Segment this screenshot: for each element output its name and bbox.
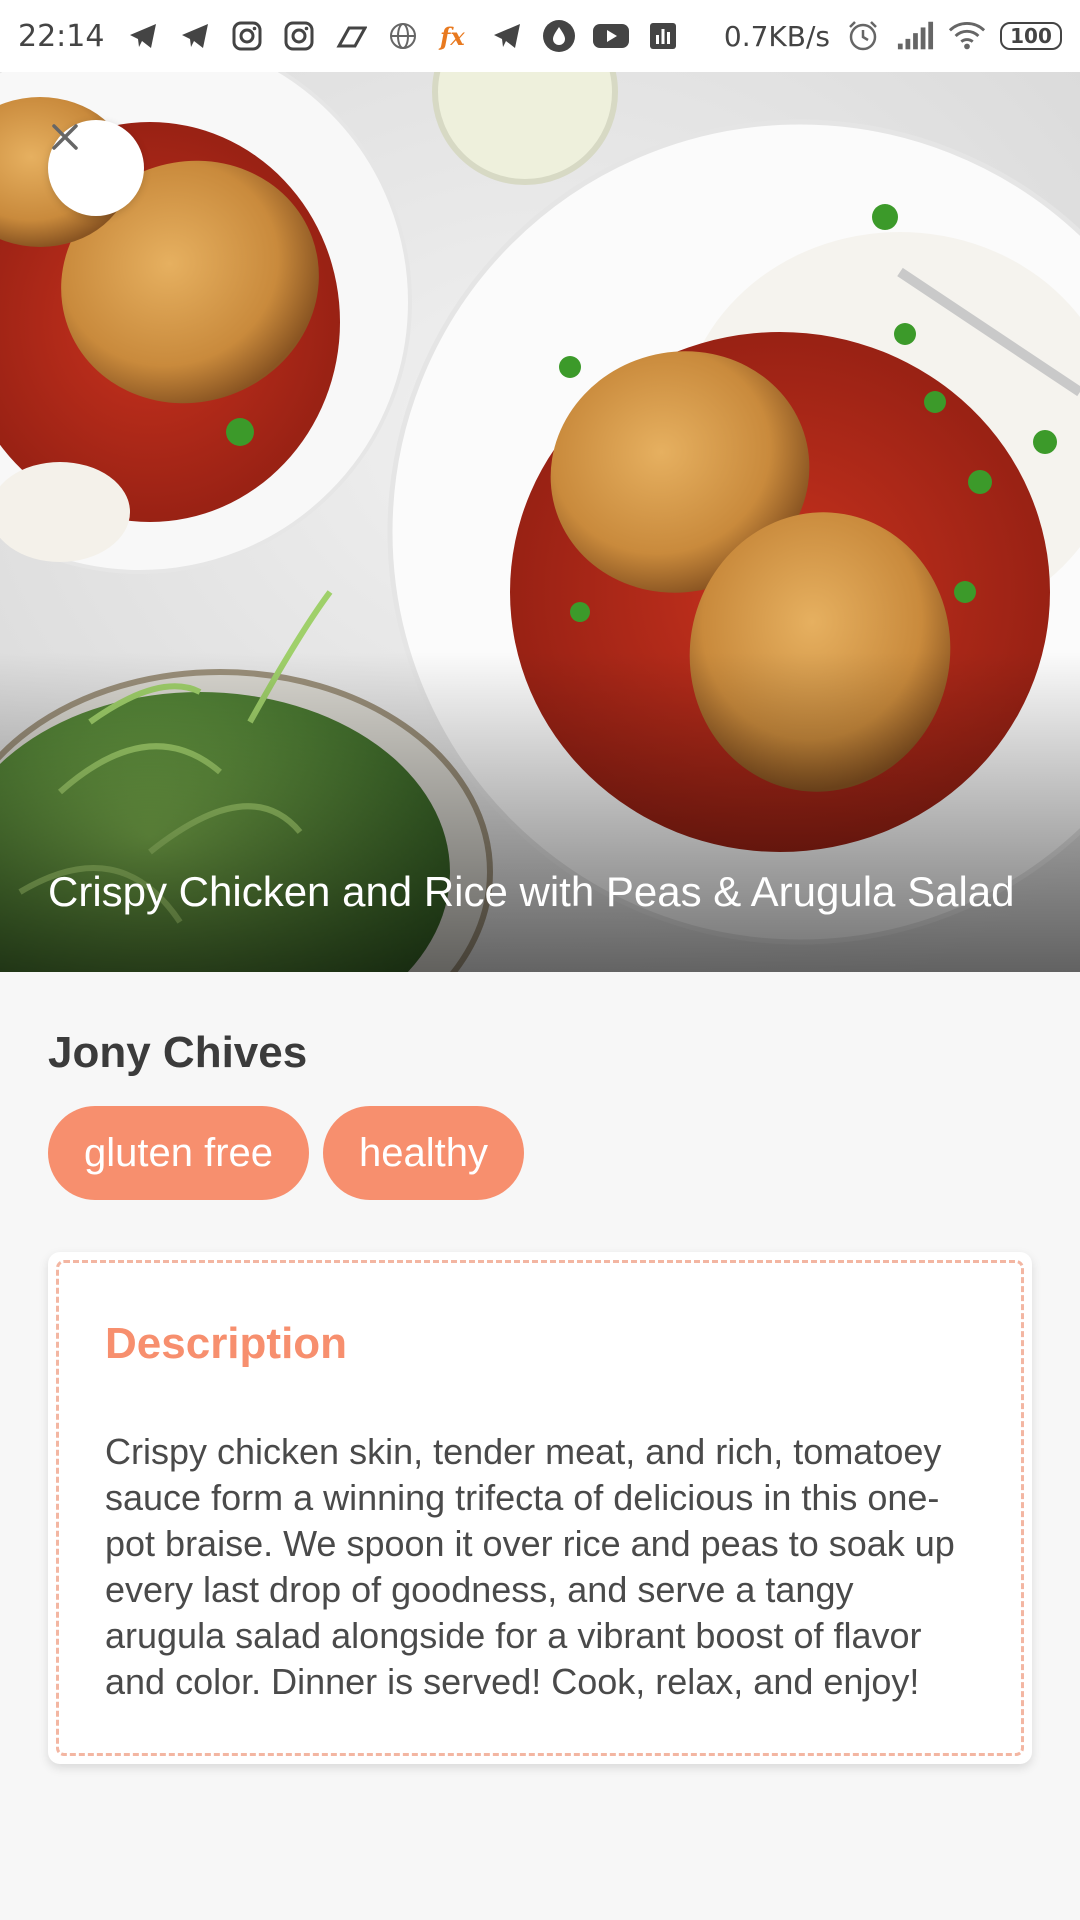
chart-icon — [644, 17, 682, 55]
instagram-icon — [228, 17, 266, 55]
recipe-hero-image: Crispy Chicken and Rice with Peas & Arug… — [0, 72, 1080, 972]
telegram-icon — [124, 17, 162, 55]
status-time: 22:14 — [18, 18, 105, 54]
status-notification-icons: fx — [124, 17, 682, 55]
app-icon — [332, 17, 370, 55]
youtube-icon — [592, 17, 630, 55]
description-dashed-border: Description Crispy chicken skin, tender … — [56, 1260, 1024, 1757]
close-icon — [52, 124, 78, 150]
network-speed: 0.7KB/s — [723, 19, 830, 53]
description-heading: Description — [105, 1319, 348, 1368]
drop-icon — [540, 17, 578, 55]
tag-chip[interactable]: healthy — [323, 1106, 525, 1200]
alarm-icon — [844, 17, 882, 55]
description-card: Description Crispy chicken skin, tender … — [48, 1252, 1032, 1765]
signal-icon — [896, 17, 934, 55]
tag-list: gluten free healthy — [48, 1106, 1032, 1200]
tag-chip[interactable]: gluten free — [48, 1106, 310, 1200]
fx-icon: fx — [436, 17, 474, 55]
instagram-icon — [280, 17, 318, 55]
wifi-icon — [948, 17, 986, 55]
description-text: Crispy chicken skin, tender meat, and ri… — [105, 1431, 955, 1703]
author-name: Jony Chives — [48, 1028, 308, 1077]
hero-gradient-overlay — [0, 652, 1080, 972]
recipe-details: Jony Chives gluten free healthy Descript… — [0, 972, 1080, 1765]
battery-icon: 100 — [1000, 22, 1062, 50]
globe-icon — [384, 17, 422, 55]
recipe-title: Crispy Chicken and Rice with Peas & Arug… — [48, 868, 1015, 916]
status-bar: 22:14 fx 0.7KB/s 100 — [0, 0, 1080, 72]
status-system-icons: 0.7KB/s 100 — [724, 17, 1062, 55]
telegram-icon — [176, 17, 214, 55]
telegram-icon — [488, 17, 526, 55]
svg-text:fx: fx — [438, 22, 465, 51]
close-button[interactable] — [48, 120, 144, 216]
